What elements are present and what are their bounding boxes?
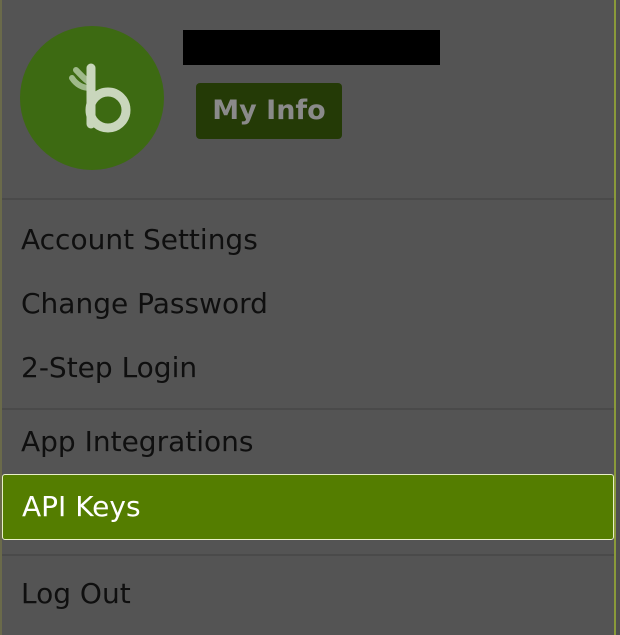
menu-item-log-out[interactable]: Log Out xyxy=(2,556,614,620)
menu-item-api-keys[interactable]: API Keys xyxy=(2,474,614,540)
user-name-redacted xyxy=(183,30,440,65)
account-dropdown-menu: My Info Account Settings Change Password… xyxy=(0,0,616,635)
bamboohr-b-logo-icon xyxy=(69,63,131,133)
menu-item-app-integrations[interactable]: App Integrations xyxy=(2,410,614,474)
logout-section: Log Out xyxy=(2,556,614,620)
menu-item-2-step-login[interactable]: 2-Step Login xyxy=(2,336,614,400)
my-info-button[interactable]: My Info xyxy=(196,83,342,139)
menu-item-account-settings[interactable]: Account Settings xyxy=(2,208,614,272)
integrations-section: App Integrations API Keys xyxy=(2,410,614,556)
menu-item-change-password[interactable]: Change Password xyxy=(2,272,614,336)
avatar[interactable] xyxy=(20,26,164,170)
profile-header: My Info xyxy=(2,0,614,200)
settings-section: Account Settings Change Password 2-Step … xyxy=(2,200,614,410)
